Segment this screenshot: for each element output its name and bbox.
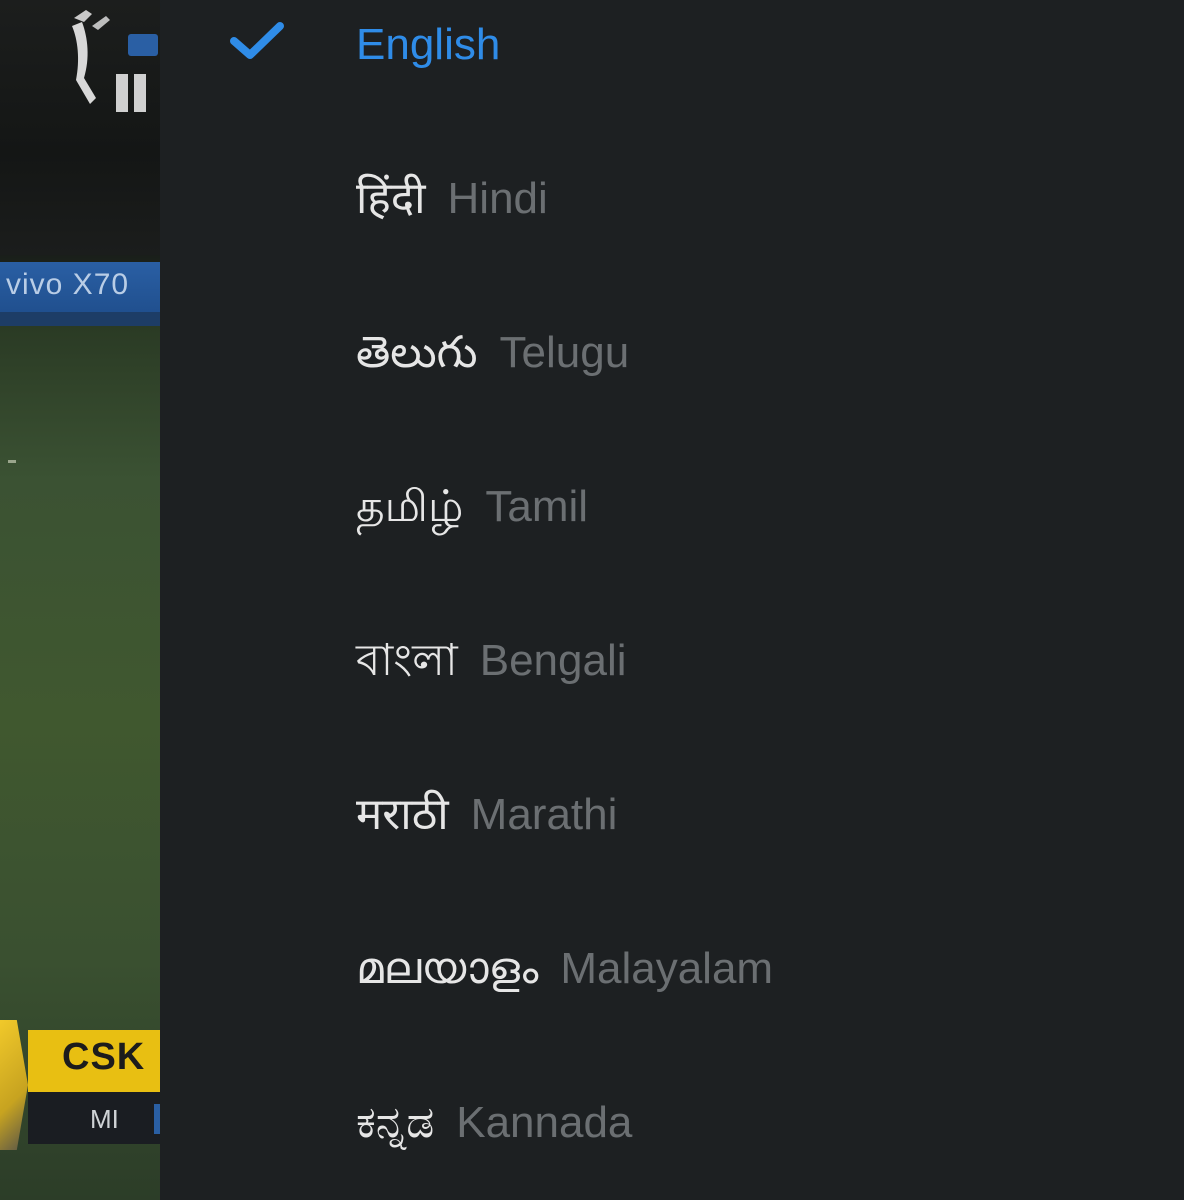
language-option-kannada[interactable]: ಕನ್ನಡ Kannada [160,1072,1184,1200]
sponsor-banner-text: vivo X70 [6,268,130,301]
language-option-label: தமிழ் Tamil [356,480,588,534]
language-option-label: मराठी Marathi [356,788,617,842]
language-option-telugu[interactable]: తెలుగు Telugu [160,302,1184,456]
language-native-name: English [356,20,501,69]
language-english-name: Tamil [485,482,589,531]
language-option-label: हिंदी Hindi [356,172,548,226]
language-option-label: മലയാളം Malayalam [356,942,773,996]
scoreboard-accent [0,1020,28,1150]
video-frame: vivo X70 CSK MI [0,0,160,1200]
language-english-name: Malayalam [560,944,774,993]
language-option-label: বাংলা Bengali [356,634,627,688]
language-english-name: Bengali [479,636,627,685]
language-native-name: മലയാളം [356,943,539,994]
scoreboard: CSK MI [0,1020,160,1150]
pitch-marking [8,460,16,463]
language-english-name: Kannada [456,1098,633,1147]
language-native-name: मराठी [356,789,449,840]
league-logo [72,10,158,112]
checkmark-icon [230,22,284,59]
language-option-marathi[interactable]: मराठी Marathi [160,764,1184,918]
language-menu: English हिंदी Hindi తెలుగు Telugu தமிழ் Tam… [160,0,1184,1200]
language-option-label: English [356,18,500,72]
language-option-hindi[interactable]: हिंदी Hindi [160,148,1184,302]
language-english-name: Marathi [470,790,618,839]
language-native-name: தமிழ் [356,481,464,532]
language-english-name: Telugu [499,328,630,377]
language-native-name: తెలుగు [356,327,478,378]
scoreboard-team1: CSK [62,1036,146,1078]
language-option-bengali[interactable]: বাংলা Bengali [160,610,1184,764]
scoreboard-team2: MI [90,1104,119,1134]
language-native-name: हिंदी [356,173,426,224]
language-english-name: Hindi [447,174,548,223]
language-option-english[interactable]: English [160,0,1184,148]
language-option-malayalam[interactable]: മലയാളം Malayalam [160,918,1184,1072]
screen: vivo X70 CSK MI English हिंदी Hindi తెలు… [0,0,1184,1200]
sponsor-banner-strip [0,312,160,326]
language-native-name: বাংলা [356,635,458,686]
language-option-label: తెలుగు Telugu [356,326,629,380]
language-native-name: ಕನ್ನಡ [356,1097,435,1148]
language-option-tamil[interactable]: தமிழ் Tamil [160,456,1184,610]
language-option-label: ಕನ್ನಡ Kannada [356,1096,632,1150]
